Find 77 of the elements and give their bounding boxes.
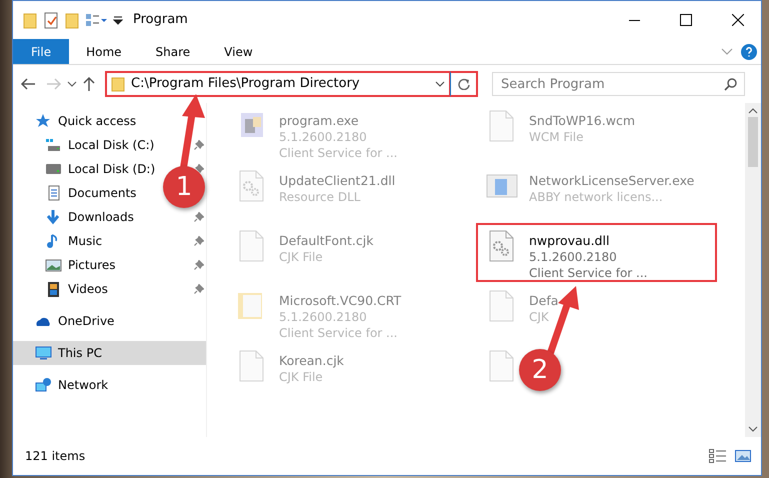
dropdown-icon[interactable] <box>435 80 445 88</box>
file-detail: WCM File <box>529 129 584 145</box>
file-name[interactable]: UpdateClient21.dll <box>279 173 396 189</box>
file-name[interactable]: SndToWP16.wcm <box>529 113 635 129</box>
search-icon <box>724 78 737 91</box>
drive-icon <box>45 137 62 153</box>
sidebar-item[interactable]: OneDrive <box>13 309 122 333</box>
sidebar-item[interactable]: This PC <box>13 341 206 365</box>
ribbon-tab[interactable]: File <box>13 39 70 64</box>
expand-ribbon-icon[interactable] <box>721 48 733 56</box>
file-detail: ABBY network licens... <box>529 189 664 205</box>
film-icon <box>45 281 62 297</box>
file-detail: Client Service for ... <box>529 265 648 281</box>
monitor-icon <box>35 345 52 361</box>
pin-icon[interactable] <box>194 140 204 150</box>
pin-icon[interactable] <box>194 212 204 222</box>
file-name[interactable]: Defa <box>529 293 558 309</box>
sidebar-item[interactable]: Downloads <box>13 205 142 229</box>
file-name[interactable]: Korean.cjk <box>279 353 344 369</box>
sidebar-item[interactable]: Local Disk (C:) <box>13 133 162 157</box>
scroll-up-icon[interactable] <box>748 107 758 115</box>
address-path: C:\Program Files\Program Directory <box>131 75 361 94</box>
file-detail: Client Service for ... <box>279 145 398 161</box>
file-detail: Client Service for ... <box>279 325 398 341</box>
help-icon[interactable] <box>741 44 757 60</box>
refresh-icon <box>458 78 470 90</box>
search-field[interactable]: Search Program <box>492 72 745 96</box>
file-detail: CJK File <box>279 369 324 385</box>
pin-icon[interactable] <box>194 260 204 270</box>
maximize-icon <box>680 14 692 26</box>
file-detail: 5.1.2600.2180 <box>279 309 368 325</box>
recent-locations-icon[interactable] <box>67 80 77 88</box>
scroll-down-icon[interactable] <box>748 425 758 433</box>
close-icon <box>732 14 744 26</box>
file-detail: 5.1.2600.2180 <box>279 129 368 145</box>
sidebar-item[interactable]: Videos <box>13 277 116 301</box>
status-item-count: 121 items <box>25 448 86 465</box>
sidebar-item[interactable]: Quick access <box>13 109 144 133</box>
scroll-thumb[interactable] <box>748 117 758 167</box>
file-name[interactable]: Microsoft.VC90.CRT <box>279 293 402 309</box>
file-name[interactable]: nwprovau.dll <box>529 233 648 249</box>
scrollbar[interactable] <box>745 103 761 437</box>
properties-icon[interactable] <box>43 11 59 29</box>
folder-icon[interactable] <box>23 12 37 28</box>
ribbon-tab[interactable]: Share <box>138 39 208 64</box>
picture-icon <box>45 257 62 273</box>
star-icon <box>35 113 52 129</box>
folder-icon <box>111 76 125 92</box>
file-detail: Resource DLL <box>279 189 362 205</box>
refresh-button[interactable] <box>450 71 478 97</box>
file-detail: 5.1.2600.2180 <box>529 249 618 265</box>
address-bar[interactable]: C:\Program Files\Program Directory <box>105 71 451 97</box>
file-name[interactable]: program.exe <box>279 113 398 129</box>
large-icons-view-icon[interactable] <box>735 449 751 463</box>
file-detail: CJK File <box>279 249 324 265</box>
view-list-icon[interactable] <box>85 12 107 28</box>
file-name[interactable]: DefaultFont.cjk <box>279 233 374 249</box>
details-view-icon[interactable] <box>709 449 727 463</box>
download-icon <box>45 209 62 225</box>
new-folder-icon[interactable] <box>65 12 79 28</box>
sidebar-item[interactable]: Network <box>13 373 116 397</box>
network-icon <box>35 377 52 393</box>
pin-icon[interactable] <box>194 236 204 246</box>
drive-icon <box>45 161 62 177</box>
sidebar-item[interactable]: Documents <box>13 181 144 205</box>
up-icon[interactable] <box>81 76 97 92</box>
window-title: Program <box>133 11 188 30</box>
ribbon-tab[interactable]: View <box>207 39 270 64</box>
sidebar-item[interactable]: Pictures <box>13 253 124 277</box>
customize-caret-icon[interactable] <box>113 14 123 26</box>
ribbon-tab[interactable]: Home <box>69 39 139 64</box>
sidebar-item[interactable]: Local Disk (D:) <box>13 157 164 181</box>
file-name[interactable]: NetworkLicenseServer.exe <box>529 173 694 189</box>
file-detail: CJK <box>529 309 550 325</box>
pin-icon[interactable] <box>194 284 204 294</box>
sidebar-item[interactable]: Music <box>13 229 110 253</box>
pin-icon[interactable] <box>194 164 204 174</box>
